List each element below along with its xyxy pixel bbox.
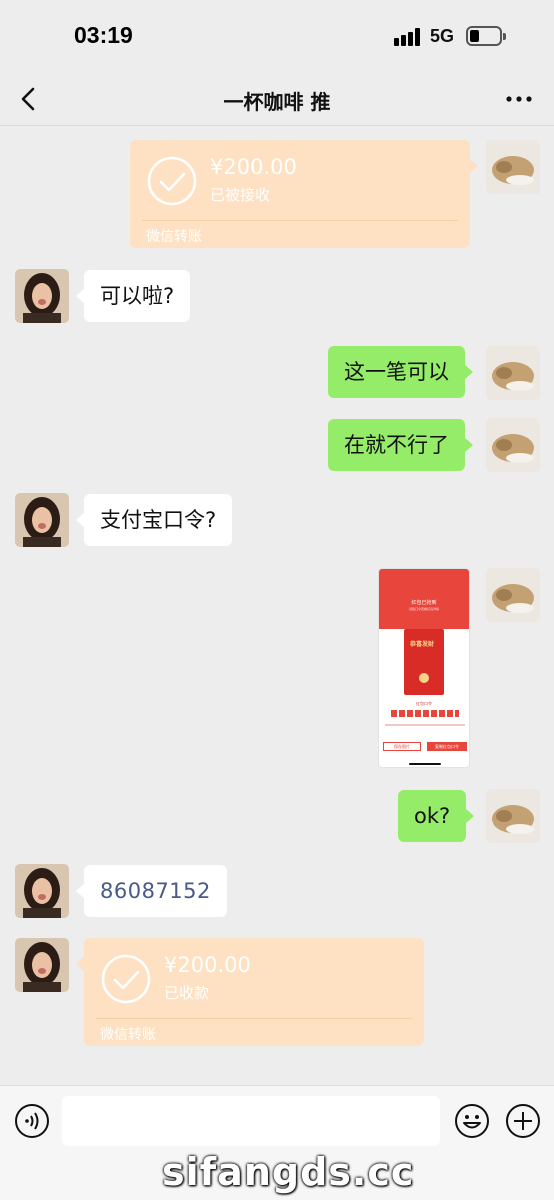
avatar-self[interactable] <box>486 789 540 843</box>
chat-title: 一杯咖啡 推 <box>223 90 331 114</box>
thumb-code-label: 红包口令 <box>416 701 432 706</box>
network-label: 5G <box>430 26 455 46</box>
avatar-contact[interactable] <box>15 269 69 323</box>
transfer-divider <box>96 1018 412 1019</box>
watermark: sifangds.cc <box>162 1150 415 1194</box>
thumb-header: 红包已抢到 <box>411 600 437 606</box>
transfer-card-sent[interactable]: ¥200.00 已被接收 微信转账 <box>130 140 478 248</box>
thumb-card-text: 恭喜发财 <box>410 641 435 648</box>
message-bubble[interactable]: ok? <box>398 790 475 842</box>
check-circle-icon <box>101 954 151 1004</box>
more-icon[interactable] <box>506 96 532 102</box>
thumb-save-button: 保存图片 <box>383 742 421 751</box>
transfer-amount: ¥200.00 <box>164 953 251 977</box>
message-bubble[interactable]: 可以啦? <box>75 270 191 322</box>
input-bar <box>0 1085 554 1155</box>
avatar-self[interactable] <box>486 568 540 622</box>
transfer-footer: 微信转账 <box>146 229 202 245</box>
message-bubble[interactable]: 这一笔可以 <box>328 346 473 398</box>
check-circle-icon <box>147 156 197 206</box>
transfer-card-received[interactable]: ¥200.00 已收款 微信转账 <box>76 938 424 1046</box>
thumb-copy-button: 复制红包口令 <box>427 742 467 751</box>
voice-icon[interactable] <box>14 1103 50 1139</box>
transfer-amount: ¥200.00 <box>210 155 297 179</box>
transfer-footer: 微信转账 <box>100 1027 156 1043</box>
status-time: 03:19 <box>74 22 133 48</box>
avatar-self[interactable] <box>486 346 540 400</box>
message-bubble[interactable]: 在就不行了 <box>328 419 473 471</box>
transfer-status: 已收款 <box>164 984 210 1002</box>
avatar-contact[interactable] <box>15 938 69 992</box>
message-bubble[interactable]: 支付宝口令? <box>75 494 233 546</box>
thumb-subheader: 领取口令查看红包详情 <box>408 607 439 611</box>
avatar-contact[interactable] <box>15 493 69 547</box>
chat-header: 一杯咖啡 推 <box>0 74 554 126</box>
thumb-code-boxes <box>391 710 459 717</box>
message-input[interactable] <box>62 1096 440 1146</box>
signal-icon <box>394 28 422 46</box>
avatar-contact[interactable] <box>15 864 69 918</box>
emoji-icon[interactable] <box>454 1103 490 1139</box>
message-bubble[interactable]: 86087152 <box>76 865 227 917</box>
battery-icon <box>466 26 506 46</box>
transfer-divider <box>142 220 458 221</box>
avatar-self[interactable] <box>486 140 540 194</box>
plus-icon[interactable] <box>505 1103 541 1139</box>
image-message[interactable]: 红包已抢到 领取口令查看红包详情 恭喜发财 红包口令 保存图片 复制红包口令 <box>378 568 470 768</box>
status-bar: 03:19 5G <box>0 0 554 74</box>
transfer-status: 已被接收 <box>210 186 271 204</box>
avatar-self[interactable] <box>486 418 540 472</box>
